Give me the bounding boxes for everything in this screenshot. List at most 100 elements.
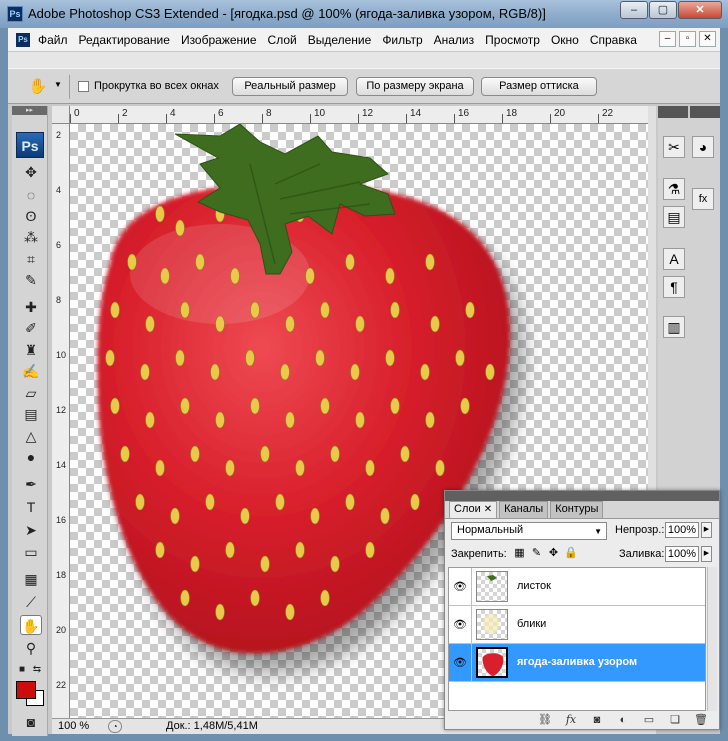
eyedropper-tool-icon[interactable]: ⟋ [20, 592, 42, 612]
hand-tool-icon[interactable]: ✋ [20, 615, 42, 635]
default-colors-icon[interactable]: ■ [15, 660, 29, 680]
print-size-button[interactable]: Размер оттиска [481, 77, 597, 96]
photoshop-logo[interactable]: Ps [16, 132, 44, 158]
link-icon[interactable]: ⛓ [535, 712, 555, 728]
layer-row-highlights[interactable]: 👁 блики [449, 606, 705, 644]
photoshop-app-icon[interactable]: Ps [7, 6, 23, 22]
magic-wand-tool-icon[interactable]: ⁂ [20, 227, 42, 247]
layer-name[interactable]: листок [517, 580, 551, 592]
lock-position-icon[interactable]: ✥ [547, 547, 560, 560]
menu-item-8[interactable]: Окно [551, 33, 579, 47]
minimize-button[interactable]: – [620, 1, 648, 19]
healing-brush-tool-icon[interactable]: ✚ [20, 297, 42, 317]
lasso-tool-icon[interactable]: ʘ [20, 206, 42, 226]
notes-tool-icon[interactable]: ▦ [20, 569, 42, 589]
ruler-origin[interactable] [52, 106, 70, 124]
navigator-panel-icon[interactable]: ✂ [663, 136, 685, 158]
layer-row-berry[interactable]: 👁 ягода-заливка узором [449, 644, 705, 682]
menu-item-3[interactable]: Слой [268, 33, 297, 47]
close-tab-icon[interactable]: ✕ [484, 504, 492, 515]
history-panel-icon[interactable]: ⚗ [663, 178, 685, 200]
blur-tool-icon[interactable]: △ [20, 426, 42, 446]
actions-panel-icon[interactable]: ▤ [663, 206, 685, 228]
menu-item-0[interactable]: Файл [38, 33, 68, 47]
lock-transparency-icon[interactable]: ▦ [513, 547, 526, 560]
adjustment-icon[interactable]: ◐ [613, 712, 633, 728]
close-button[interactable]: ✕ [678, 1, 722, 19]
menu-item-7[interactable]: Просмотр [485, 33, 540, 47]
tool-preset-dropdown-icon[interactable]: ▼ [54, 80, 62, 89]
history-brush-tool-icon[interactable]: ✍ [20, 361, 42, 381]
lock-pixels-icon[interactable]: ✎ [530, 547, 543, 560]
horizontal-ruler[interactable]: 0 2 4 6 8 10 12 14 16 18 20 22 [70, 106, 648, 124]
vertical-ruler[interactable]: 2 4 6 8 10 12 14 16 18 20 22 [52, 124, 70, 718]
eye-icon[interactable]: 👁 [453, 618, 467, 631]
trash-icon[interactable]: 🗑 [691, 712, 711, 728]
lock-all-icon[interactable]: 🔒 [564, 547, 578, 560]
doc-minimize-button[interactable]: – [659, 31, 676, 47]
mask-icon[interactable]: ◙ [587, 712, 607, 728]
actual-pixels-button[interactable]: Реальный размер [232, 77, 348, 96]
menu-item-5[interactable]: Фильтр [382, 33, 422, 47]
styles-panel-icon[interactable]: fx [692, 188, 714, 210]
document-icon[interactable]: Ps [16, 33, 30, 47]
opacity-field[interactable]: 100% [665, 522, 699, 538]
zoom-level[interactable]: 100 % [58, 720, 89, 732]
tab-channels[interactable]: Каналы [499, 501, 549, 518]
eraser-tool-icon[interactable]: ▱ [20, 383, 42, 403]
menu-item-6[interactable]: Анализ [434, 33, 475, 47]
menu-item-2[interactable]: Изображение [181, 33, 257, 47]
brush-tool-icon[interactable]: ✐ [20, 318, 42, 338]
crop-tool-icon[interactable]: ⌗ [20, 249, 42, 269]
doc-restore-button[interactable]: ▫ [679, 31, 696, 47]
marquee-tool-icon[interactable]: ◌ [20, 185, 42, 205]
ruler-tick-label: 16 [56, 515, 67, 525]
menu-item-1[interactable]: Редактирование [79, 33, 170, 47]
move-tool-icon[interactable]: ✥ [20, 162, 42, 182]
layer-name[interactable]: блики [517, 618, 546, 630]
dock-header-1[interactable] [658, 106, 688, 118]
shape-tool-icon[interactable]: ▭ [20, 542, 42, 562]
swap-colors-icon[interactable]: ⇆ [30, 660, 44, 680]
toolbox-collapse[interactable]: ▸▸ [12, 106, 47, 115]
fill-slider-arrow[interactable]: ▶ [701, 546, 712, 562]
dodge-tool-icon[interactable]: ● [20, 447, 42, 467]
color-panel-icon[interactable]: ◕ [692, 136, 714, 158]
blend-mode-select[interactable]: Нормальный ▼ [451, 522, 607, 540]
type-tool-icon[interactable]: T [20, 497, 42, 517]
tab-layers[interactable]: Слои ✕ [449, 501, 498, 518]
document-size[interactable]: Док.: 1,48M/5,41M [166, 720, 258, 732]
foreground-color-swatch[interactable] [16, 681, 36, 699]
menu-item-4[interactable]: Выделение [308, 33, 372, 47]
fill-field[interactable]: 100% [665, 546, 699, 562]
clone-stamp-tool-icon[interactable]: ♜ [20, 340, 42, 360]
status-menu-icon[interactable]: ◔ [108, 720, 122, 733]
maximize-button[interactable]: ▢ [649, 1, 677, 19]
layer-comps-panel-icon[interactable]: ▥ [663, 316, 685, 338]
layers-panel-header[interactable] [445, 491, 719, 501]
opacity-slider-arrow[interactable]: ▶ [701, 522, 712, 538]
eye-icon[interactable]: 👁 [453, 656, 467, 669]
fx-icon[interactable]: fx [561, 712, 581, 728]
new-layer-icon[interactable]: ❏ [665, 712, 685, 728]
dock-header-2[interactable] [690, 106, 720, 118]
group-icon[interactable]: ▭ [639, 712, 659, 728]
eye-icon[interactable]: 👁 [453, 580, 467, 593]
paragraph-panel-icon[interactable]: ¶ [663, 276, 685, 298]
character-panel-icon[interactable]: A [663, 248, 685, 270]
layer-name[interactable]: ягода-заливка узором [517, 656, 637, 668]
pen-tool-icon[interactable]: ✒ [20, 474, 42, 494]
gradient-tool-icon[interactable]: ▤ [20, 404, 42, 424]
scroll-all-windows-checkbox[interactable] [78, 81, 89, 92]
quick-mask-icon[interactable]: ◙ [20, 712, 42, 732]
fit-screen-button[interactable]: По размеру экрана [356, 77, 474, 96]
path-selection-tool-icon[interactable]: ➤ [20, 520, 42, 540]
layer-row-leaf[interactable]: 👁 листок [449, 568, 705, 606]
zoom-tool-icon[interactable]: ⚲ [20, 638, 42, 658]
tab-paths[interactable]: Контуры [550, 501, 604, 518]
layer-list-scrollbar[interactable] [707, 567, 717, 711]
slice-tool-icon[interactable]: ✎ [20, 270, 42, 290]
menu-item-9[interactable]: Справка [590, 33, 637, 47]
doc-close-button[interactable]: ✕ [699, 31, 716, 47]
hand-icon[interactable]: ✋ [26, 77, 50, 97]
